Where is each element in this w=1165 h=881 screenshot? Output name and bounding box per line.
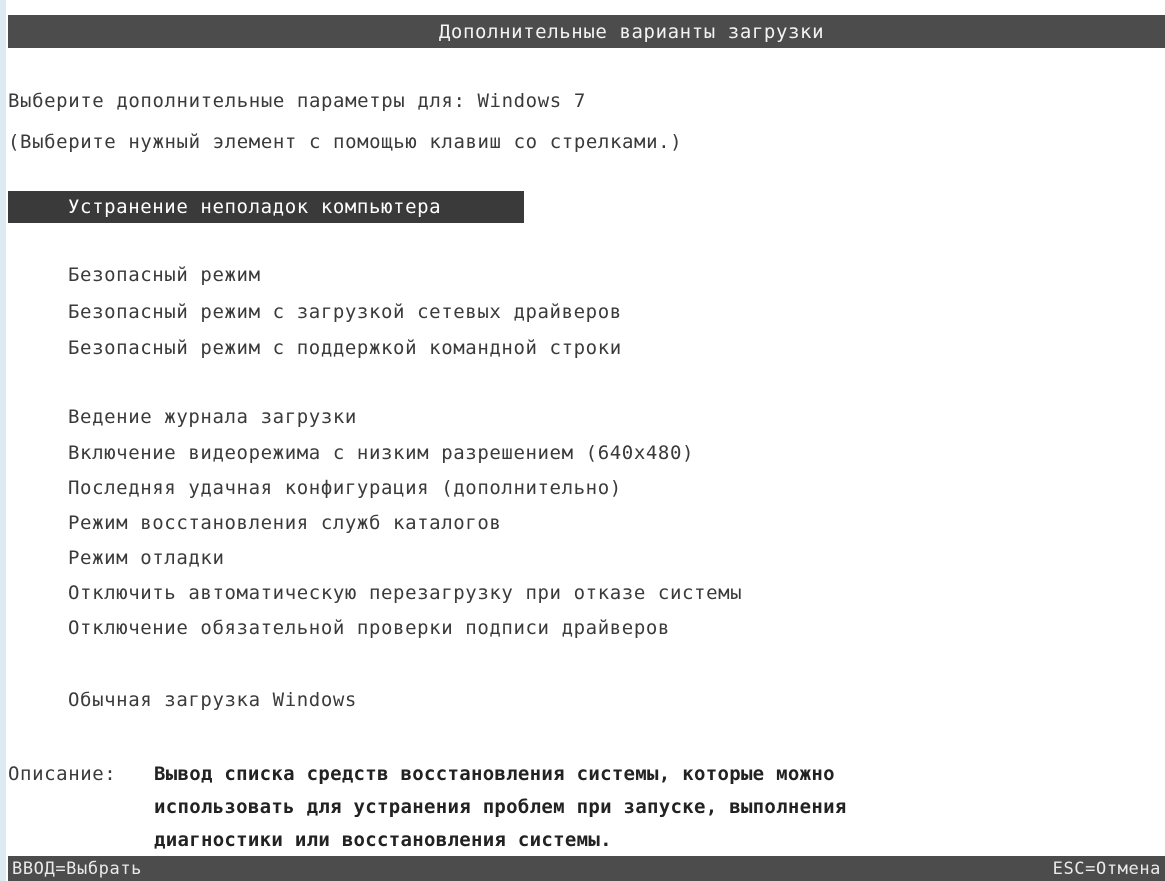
- menu-item-debugging-mode[interactable]: Режим отладки: [68, 546, 225, 570]
- description-line-3: диагностики или восстановления системы.: [154, 829, 612, 851]
- enter-key-hint: ВВОД=Выбрать: [12, 858, 143, 879]
- description-line-1: Вывод списка средств восстановления сист…: [154, 763, 835, 785]
- menu-item-safe-mode[interactable]: Безопасный режим: [68, 263, 261, 287]
- description-label: Описание:: [8, 763, 117, 785]
- menu-item-boot-logging[interactable]: Ведение журнала загрузки: [68, 405, 357, 429]
- os-prompt: Выберите дополнительные параметры для: W…: [8, 90, 586, 112]
- menu-item-disable-auto-restart[interactable]: Отключить автоматическую перезагрузку пр…: [68, 581, 742, 605]
- boot-menu-title: Дополнительные варианты загрузки: [438, 20, 825, 43]
- window-left-edge: [0, 0, 6, 881]
- arrow-keys-hint: (Выберите нужный элемент с помощью клави…: [8, 131, 683, 153]
- menu-item-troubleshoot-selected[interactable]: Устранение неполадок компьютера: [8, 191, 524, 223]
- menu-item-low-resolution-video[interactable]: Включение видеорежима с низким разрешени…: [68, 441, 694, 465]
- menu-item-directory-services-restore[interactable]: Режим восстановления служб каталогов: [68, 511, 501, 535]
- menu-item-last-known-good[interactable]: Последняя удачная конфигурация (дополнит…: [68, 476, 622, 500]
- menu-item-disable-driver-signature[interactable]: Отключение обязательной проверки подписи…: [68, 616, 670, 640]
- menu-item-safe-mode-command-prompt[interactable]: Безопасный режим с поддержкой командной …: [68, 336, 622, 360]
- description-line-2: использовать для устранения проблем при …: [154, 796, 847, 818]
- esc-key-hint: ESC=Отмена: [1052, 858, 1161, 879]
- menu-item-start-windows-normally[interactable]: Обычная загрузка Windows: [68, 688, 357, 712]
- boot-menu-title-bar: Дополнительные варианты загрузки: [8, 15, 1165, 48]
- menu-item-safe-mode-networking[interactable]: Безопасный режим с загрузкой сетевых дра…: [68, 300, 622, 324]
- key-hint-bar: ВВОД=Выбрать ESC=Отмена: [8, 856, 1165, 881]
